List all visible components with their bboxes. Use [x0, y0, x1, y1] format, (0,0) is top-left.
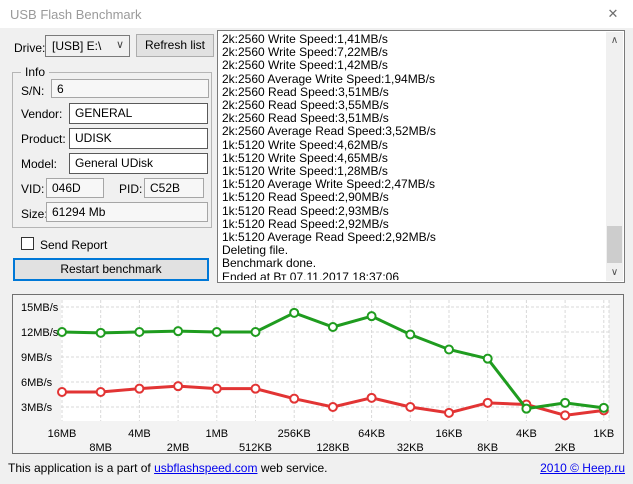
svg-text:1MB: 1MB — [205, 428, 228, 440]
svg-text:128KB: 128KB — [316, 442, 349, 453]
model-label: Model: — [21, 157, 58, 171]
status-bar: This application is a part of usbflashsp… — [0, 456, 633, 484]
product-field[interactable]: UDISK — [69, 128, 208, 149]
svg-text:3MB/s: 3MB/s — [21, 402, 53, 414]
benchmark-chart: 15MB/s 12MB/s 9MB/s 6MB/s 3MB/s 16MB 8MB 4MB 2MB… — [21, 300, 614, 454]
restart-benchmark-button[interactable]: Restart benchmark — [13, 258, 209, 281]
app-window: USB Flash Benchmark ✕ Drive: [USB] E:\ ∨… — [0, 0, 633, 484]
vid-field: 046D — [46, 178, 104, 198]
drive-label: Drive: — [14, 41, 46, 55]
benchmark-log-text: 2k:2560 Write Speed:1,41MB/s 2k:2560 Wri… — [222, 33, 436, 280]
pid-field: C52B — [144, 178, 204, 198]
log-scrollbar[interactable]: ∧ ∨ — [606, 32, 623, 281]
drive-select[interactable]: [USB] E:\ ∨ — [45, 35, 130, 57]
svg-text:64KB: 64KB — [358, 428, 385, 440]
svg-text:4MB: 4MB — [128, 428, 151, 440]
refresh-list-button[interactable]: Refresh list — [136, 34, 214, 57]
footer-text-part2: web service. — [257, 461, 328, 475]
copyright-link[interactable]: 2010 © Heep.ru — [540, 461, 625, 475]
footer-text: This application is a part of usbflashsp… — [8, 461, 328, 475]
vendor-label: Vendor: — [21, 107, 63, 121]
svg-text:8KB: 8KB — [477, 442, 498, 453]
chevron-down-icon: ∨ — [115, 39, 124, 51]
window-title: USB Flash Benchmark — [10, 7, 142, 22]
footer-text-part1: This application is a part of — [8, 461, 155, 475]
svg-text:12MB/s: 12MB/s — [21, 327, 59, 339]
size-label: Size: — [21, 207, 48, 221]
sn-field: 6 — [51, 79, 209, 98]
svg-text:15MB/s: 15MB/s — [21, 302, 59, 314]
pid-label: PID: — [119, 182, 143, 196]
info-group: Info S/N: 6 Vendor: GENERAL Product: UDI… — [12, 65, 212, 228]
svg-text:2KB: 2KB — [555, 442, 576, 453]
usbflashspeed-link[interactable]: usbflashspeed.com — [154, 461, 257, 475]
sn-label: S/N: — [21, 84, 45, 98]
speed-chart-panel: 15MB/s 12MB/s 9MB/s 6MB/s 3MB/s 16MB 8MB 4MB 2MB… — [12, 294, 624, 454]
svg-text:6MB/s: 6MB/s — [21, 377, 53, 389]
svg-text:16KB: 16KB — [436, 428, 463, 440]
svg-text:4KB: 4KB — [516, 428, 537, 440]
info-group-title: Info — [21, 65, 50, 79]
product-label: Product: — [21, 132, 66, 146]
send-report-checkbox[interactable] — [21, 237, 34, 250]
drive-select-value: [USB] E:\ — [52, 39, 102, 53]
svg-text:8MB: 8MB — [89, 442, 112, 453]
title-bar: USB Flash Benchmark ✕ — [0, 0, 633, 28]
svg-text:9MB/s: 9MB/s — [21, 352, 53, 364]
vendor-field[interactable]: GENERAL — [69, 103, 208, 124]
scroll-up-icon[interactable]: ∧ — [606, 32, 623, 49]
scroll-down-icon[interactable]: ∨ — [606, 264, 623, 281]
benchmark-log[interactable]: 2k:2560 Write Speed:1,41MB/s 2k:2560 Wri… — [217, 30, 625, 283]
svg-text:512KB: 512KB — [239, 442, 272, 453]
svg-text:256KB: 256KB — [278, 428, 311, 440]
size-field: 61294 Mb — [46, 202, 208, 222]
svg-text:1KB: 1KB — [593, 428, 614, 440]
scrollbar-thumb[interactable] — [607, 226, 622, 263]
svg-text:32KB: 32KB — [397, 442, 424, 453]
vid-label: VID: — [21, 182, 45, 196]
model-field[interactable]: General UDisk — [69, 153, 208, 174]
send-report-label: Send Report — [40, 238, 108, 252]
close-icon[interactable]: ✕ — [598, 3, 628, 25]
svg-text:2MB: 2MB — [167, 442, 190, 453]
svg-text:16MB: 16MB — [48, 428, 77, 440]
